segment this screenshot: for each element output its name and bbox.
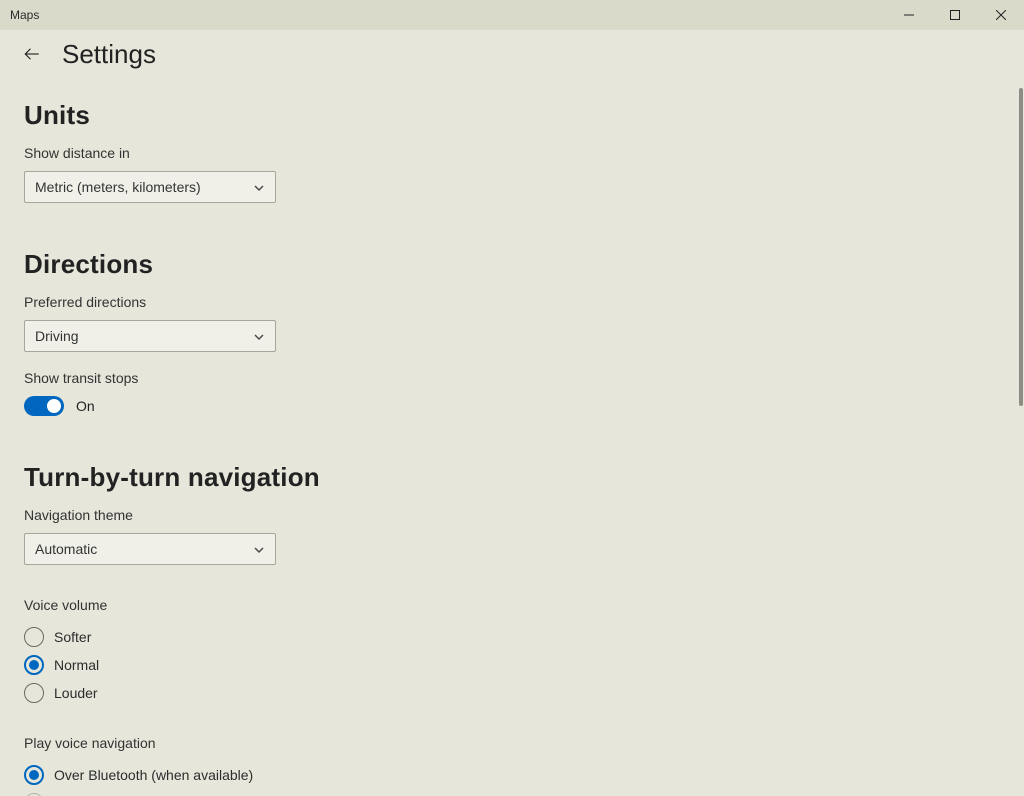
section-nav-title: Turn-by-turn navigation (24, 462, 676, 493)
radio-selected-icon (24, 655, 44, 675)
distance-combo-value: Metric (meters, kilometers) (35, 179, 201, 195)
radio-selected-icon (24, 765, 44, 785)
settings-content: Units Show distance in Metric (meters, k… (0, 78, 700, 796)
nav-theme-combo[interactable]: Automatic (24, 533, 276, 565)
voice-volume-label: Voice volume (24, 597, 676, 613)
play-voice-label: Play voice navigation (24, 735, 676, 751)
voice-normal-option[interactable]: Normal (24, 651, 676, 679)
transit-stops-toggle[interactable] (24, 396, 64, 416)
distance-label: Show distance in (24, 145, 676, 161)
preferred-directions-value: Driving (35, 328, 79, 344)
nav-theme-value: Automatic (35, 541, 97, 557)
app-title: Maps (0, 8, 39, 22)
voice-louder-label: Louder (54, 685, 98, 701)
page-title: Settings (62, 39, 156, 70)
nav-theme-label: Navigation theme (24, 507, 676, 523)
titlebar: Maps (0, 0, 1024, 30)
chevron-down-icon (253, 543, 265, 555)
transit-stops-label: Show transit stops (24, 370, 676, 386)
back-button[interactable] (20, 42, 44, 66)
preferred-directions-combo[interactable]: Driving (24, 320, 276, 352)
play-bluetooth-option[interactable]: Over Bluetooth (when available) (24, 761, 676, 789)
chevron-down-icon (253, 330, 265, 342)
voice-softer-option[interactable]: Softer (24, 623, 676, 651)
voice-louder-option[interactable]: Louder (24, 679, 676, 707)
section-units-title: Units (24, 100, 676, 131)
radio-icon (24, 683, 44, 703)
voice-normal-label: Normal (54, 657, 99, 673)
radio-icon (24, 627, 44, 647)
voice-softer-label: Softer (54, 629, 91, 645)
maximize-button[interactable] (932, 0, 978, 30)
transit-stops-state: On (76, 398, 95, 414)
play-device-option: On this device (24, 789, 676, 796)
section-directions-title: Directions (24, 249, 676, 280)
play-bluetooth-label: Over Bluetooth (when available) (54, 767, 253, 783)
chevron-down-icon (253, 181, 265, 193)
close-button[interactable] (978, 0, 1024, 30)
minimize-button[interactable] (886, 0, 932, 30)
distance-combo[interactable]: Metric (meters, kilometers) (24, 171, 276, 203)
preferred-directions-label: Preferred directions (24, 294, 676, 310)
page-header: Settings (0, 30, 1024, 78)
